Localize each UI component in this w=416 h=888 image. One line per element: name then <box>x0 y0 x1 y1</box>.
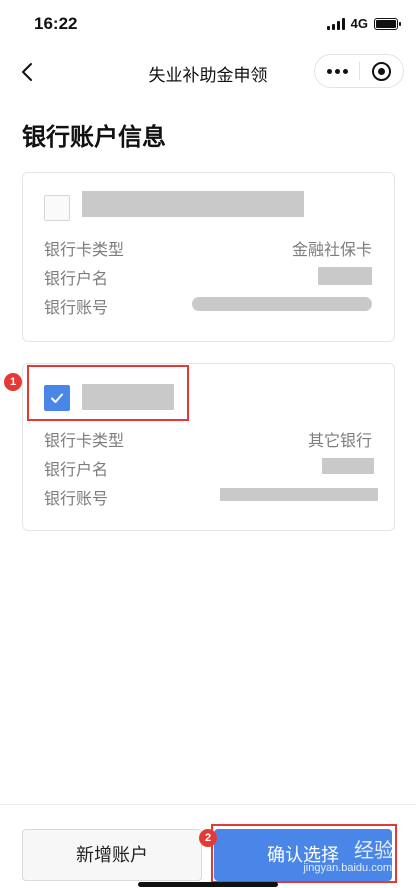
masked-bank-name <box>82 191 304 217</box>
status-time: 16:22 <box>34 14 78 33</box>
home-indicator <box>138 882 278 887</box>
masked-account-name <box>318 267 372 285</box>
status-icons: 4G <box>326 16 401 31</box>
account-card[interactable]: 银行卡类型 金融社保卡 银行户名 银行账号 <box>22 172 395 342</box>
network-label: 4G <box>350 16 368 31</box>
row-label-card-type: 银行卡类型 <box>44 242 125 259</box>
annotation-highlight-1 <box>27 365 189 421</box>
row-label-account-number: 银行账号 <box>44 491 109 508</box>
mini-program-capsule <box>314 54 404 88</box>
row-label-account-number: 银行账号 <box>44 300 109 317</box>
more-icon[interactable] <box>315 68 359 74</box>
page-title: 银行账户信息 <box>22 124 166 151</box>
masked-account-name <box>322 458 374 474</box>
add-account-button[interactable]: 新增账户 <box>22 829 202 881</box>
row-label-account-name: 银行户名 <box>44 462 109 479</box>
masked-account-number <box>192 297 372 311</box>
row-value-card-type: 其它银行 <box>307 433 372 450</box>
nav-bar: 失业补助金申领 <box>0 50 416 94</box>
row-label-card-type: 银行卡类型 <box>44 433 125 450</box>
step-badge-1: 1 <box>4 373 22 391</box>
annotation-highlight-2 <box>211 824 397 883</box>
account-checkbox[interactable] <box>44 195 70 221</box>
row-label-account-name: 银行户名 <box>44 271 109 288</box>
status-bar: 16:22 4G <box>0 0 416 50</box>
row-value-card-type: 金融社保卡 <box>291 242 372 259</box>
signal-icon <box>326 17 345 30</box>
masked-account-number <box>220 488 378 501</box>
battery-icon <box>374 17 401 30</box>
step-badge-2: 2 <box>199 829 217 847</box>
target-icon[interactable] <box>360 61 403 81</box>
